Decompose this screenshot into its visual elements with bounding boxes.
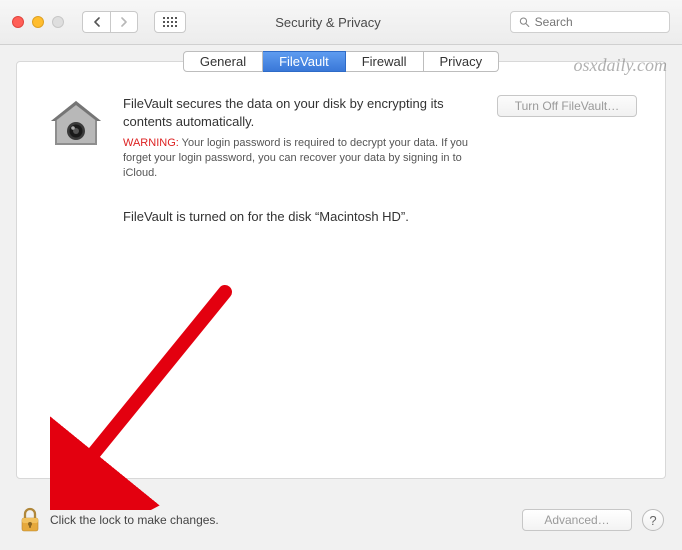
nav-buttons: [82, 11, 138, 33]
tab-filevault[interactable]: FileVault: [263, 51, 346, 72]
titlebar: Security & Privacy: [0, 0, 682, 45]
warning-label: WARNING:: [123, 137, 179, 149]
search-input[interactable]: [535, 15, 661, 29]
tab-general[interactable]: General: [183, 51, 263, 72]
forward-button[interactable]: [110, 11, 138, 33]
settings-panel: General FileVault Firewall Privacy: [16, 61, 666, 479]
chevron-left-icon: [93, 17, 101, 27]
filevault-icon: [45, 95, 107, 160]
window-controls: [12, 16, 64, 28]
close-window-button[interactable]: [12, 16, 24, 28]
info-row: FileVault secures the data on your disk …: [45, 95, 637, 181]
warning-text: WARNING: Your login password is required…: [123, 136, 481, 181]
search-icon: [519, 16, 530, 28]
lock-hint-text: Click the lock to make changes.: [50, 513, 219, 527]
tab-firewall[interactable]: Firewall: [346, 51, 424, 72]
footer-bar: Click the lock to make changes. Advanced…: [0, 496, 682, 550]
window-title: Security & Privacy: [154, 15, 502, 30]
description-block: FileVault secures the data on your disk …: [123, 95, 481, 181]
preferences-window: Security & Privacy osxdaily.com General …: [0, 0, 682, 550]
zoom-window-button: [52, 16, 64, 28]
back-button[interactable]: [82, 11, 110, 33]
tab-privacy[interactable]: Privacy: [424, 51, 500, 72]
lock-toggle[interactable]: Click the lock to make changes.: [18, 506, 219, 534]
search-field[interactable]: [510, 11, 670, 33]
advanced-button[interactable]: Advanced…: [522, 509, 632, 531]
filevault-pane: FileVault secures the data on your disk …: [17, 83, 665, 236]
minimize-window-button[interactable]: [32, 16, 44, 28]
turn-off-filevault-button[interactable]: Turn Off FileVault…: [497, 95, 637, 117]
description-text: FileVault secures the data on your disk …: [123, 95, 481, 130]
filevault-status: FileVault is turned on for the disk “Mac…: [123, 209, 637, 224]
lock-icon: [18, 506, 42, 534]
chevron-right-icon: [120, 17, 128, 27]
tab-bar: General FileVault Firewall Privacy: [17, 51, 665, 72]
content-area: General FileVault Firewall Privacy: [0, 45, 682, 495]
help-button[interactable]: ?: [642, 509, 664, 531]
